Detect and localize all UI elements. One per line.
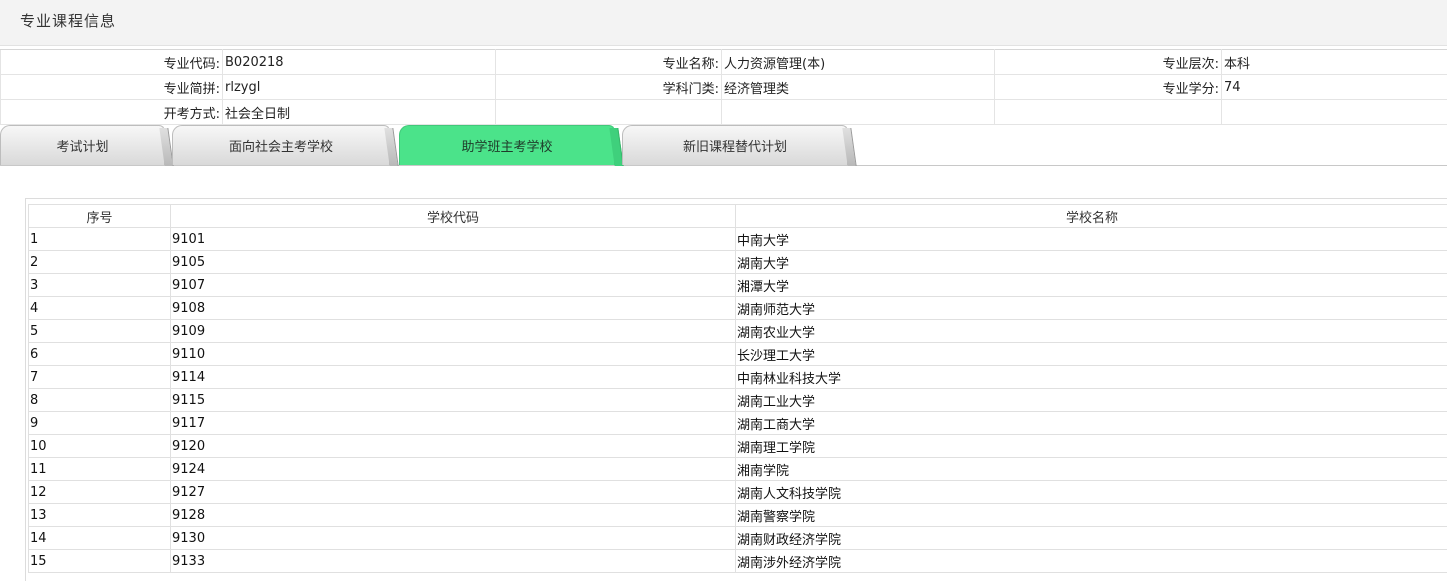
tab-public-exam-schools[interactable]: 面向社会主考学校 — [172, 125, 390, 165]
school-name: 湖南涉外经济学院 — [735, 549, 1447, 573]
table-header-row: 序号 学校代码 学校名称 — [28, 204, 1447, 228]
school-code: 9130 — [170, 526, 736, 550]
school-code: 9115 — [170, 388, 736, 412]
row-index: 1 — [28, 227, 171, 251]
school-code: 9108 — [170, 296, 736, 320]
school-name: 湖南农业大学 — [735, 319, 1447, 343]
row-index: 6 — [28, 342, 171, 366]
major-level-label: 专业层次: — [994, 49, 1222, 75]
tab-tutoring-class-schools[interactable]: 助学班主考学校 — [399, 125, 615, 165]
table-row: 10 9120 湖南理工学院 — [28, 434, 1447, 458]
school-code: 9128 — [170, 503, 736, 527]
empty-cell — [495, 99, 722, 125]
table-row: 11 9124 湘南学院 — [28, 457, 1447, 481]
row-index: 14 — [28, 526, 171, 550]
major-credits-label: 专业学分: — [994, 74, 1222, 100]
row-index: 2 — [28, 250, 171, 274]
school-name: 湖南工业大学 — [735, 388, 1447, 412]
major-code-value: B020218 — [222, 49, 496, 75]
table-row: 9 9117 湖南工商大学 — [28, 411, 1447, 435]
table-row: 2 9105 湖南大学 — [28, 250, 1447, 274]
page-header: 专业课程信息 — [0, 0, 1447, 46]
row-index: 12 — [28, 480, 171, 504]
table-row: 6 9110 长沙理工大学 — [28, 342, 1447, 366]
school-name: 湘潭大学 — [735, 273, 1447, 297]
school-name: 中南林业科技大学 — [735, 365, 1447, 389]
column-header-school-code: 学校代码 — [170, 204, 736, 228]
info-row: 专业简拼: rlzygl 学科门类: 经济管理类 专业学分: 74 — [0, 74, 1447, 100]
major-name-label: 专业名称: — [495, 49, 722, 75]
row-index: 13 — [28, 503, 171, 527]
discipline-value: 经济管理类 — [721, 74, 995, 100]
school-name: 湖南警察学院 — [735, 503, 1447, 527]
table-row: 1 9101 中南大学 — [28, 227, 1447, 251]
school-name: 湖南人文科技学院 — [735, 480, 1447, 504]
school-code: 9124 — [170, 457, 736, 481]
major-abbr-value: rlzygl — [222, 74, 496, 100]
school-name: 湖南工商大学 — [735, 411, 1447, 435]
tab-exam-plan[interactable]: 考试计划 — [0, 125, 165, 165]
schools-panel: 序号 学校代码 学校名称 1 9101 中南大学 2 9105 湖南大学 3 9107 湘潭… — [25, 198, 1447, 581]
row-index: 4 — [28, 296, 171, 320]
table-row: 14 9130 湖南财政经济学院 — [28, 526, 1447, 550]
school-name: 湖南大学 — [735, 250, 1447, 274]
info-row: 专业代码: B020218 专业名称: 人力资源管理(本) 专业层次: 本科 — [0, 49, 1447, 75]
school-code: 9117 — [170, 411, 736, 435]
empty-cell — [994, 99, 1222, 125]
table-row: 8 9115 湖南工业大学 — [28, 388, 1447, 412]
table-row: 15 9133 湖南涉外经济学院 — [28, 549, 1447, 573]
major-level-value: 本科 — [1221, 49, 1447, 75]
table-row: 5 9109 湖南农业大学 — [28, 319, 1447, 343]
major-info-table: 专业代码: B020218 专业名称: 人力资源管理(本) 专业层次: 本科 专… — [0, 49, 1447, 125]
column-header-index: 序号 — [28, 204, 171, 228]
discipline-label: 学科门类: — [495, 74, 722, 100]
school-name: 湖南理工学院 — [735, 434, 1447, 458]
school-name: 长沙理工大学 — [735, 342, 1447, 366]
school-code: 9127 — [170, 480, 736, 504]
table-row: 13 9128 湖南警察学院 — [28, 503, 1447, 527]
row-index: 11 — [28, 457, 171, 481]
school-code: 9110 — [170, 342, 736, 366]
table-row: 7 9114 中南林业科技大学 — [28, 365, 1447, 389]
schools-table: 序号 学校代码 学校名称 1 9101 中南大学 2 9105 湖南大学 3 9107 湘潭… — [28, 204, 1447, 573]
major-credits-value: 74 — [1221, 74, 1447, 100]
row-index: 10 — [28, 434, 171, 458]
exam-mode-label: 开考方式: — [0, 99, 223, 125]
row-index: 15 — [28, 549, 171, 573]
school-name: 湖南师范大学 — [735, 296, 1447, 320]
table-row: 4 9108 湖南师范大学 — [28, 296, 1447, 320]
row-index: 7 — [28, 365, 171, 389]
school-name: 中南大学 — [735, 227, 1447, 251]
school-code: 9105 — [170, 250, 736, 274]
school-name: 湘南学院 — [735, 457, 1447, 481]
major-name-value: 人力资源管理(本) — [721, 49, 995, 75]
major-code-label: 专业代码: — [0, 49, 223, 75]
column-header-school-name: 学校名称 — [735, 204, 1447, 228]
tab-course-replacement-plan[interactable]: 新旧课程替代计划 — [622, 125, 848, 165]
school-name: 湖南财政经济学院 — [735, 526, 1447, 550]
table-row: 12 9127 湖南人文科技学院 — [28, 480, 1447, 504]
row-index: 5 — [28, 319, 171, 343]
school-code: 9114 — [170, 365, 736, 389]
major-abbr-label: 专业简拼: — [0, 74, 223, 100]
info-row: 开考方式: 社会全日制 — [0, 99, 1447, 125]
exam-mode-value: 社会全日制 — [222, 99, 496, 125]
row-index: 8 — [28, 388, 171, 412]
school-code: 9133 — [170, 549, 736, 573]
school-code: 9109 — [170, 319, 736, 343]
row-index: 3 — [28, 273, 171, 297]
school-code: 9120 — [170, 434, 736, 458]
empty-cell — [1221, 99, 1447, 125]
empty-cell — [721, 99, 995, 125]
school-code: 9101 — [170, 227, 736, 251]
table-row: 3 9107 湘潭大学 — [28, 273, 1447, 297]
row-index: 9 — [28, 411, 171, 435]
school-code: 9107 — [170, 273, 736, 297]
tab-strip: 考试计划 面向社会主考学校 助学班主考学校 新旧课程替代计划 — [0, 125, 1447, 166]
page-title: 专业课程信息 — [20, 12, 117, 30]
